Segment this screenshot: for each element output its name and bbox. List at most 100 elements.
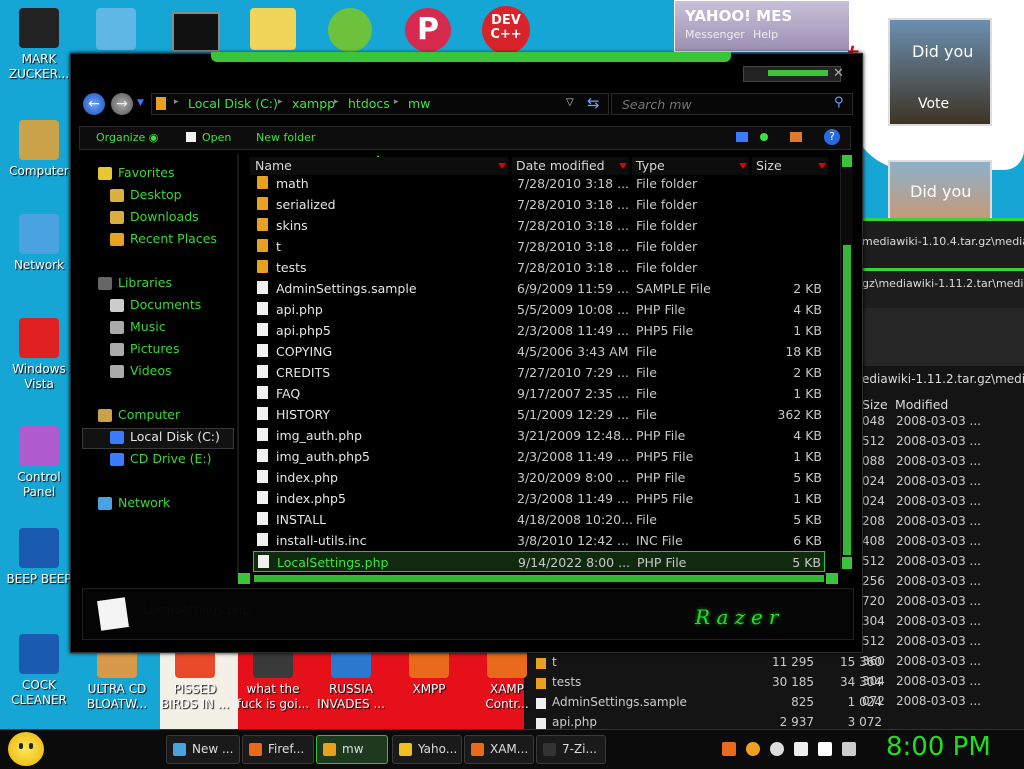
search-icon[interactable]: ⚲: [834, 95, 844, 110]
window-controls[interactable]: [743, 66, 841, 82]
file-row[interactable]: CREDITS 7/27/2010 7:29 ... File 2 KB: [253, 362, 825, 383]
network-tray-icon[interactable]: [818, 742, 832, 756]
preview-pane-icon[interactable]: [790, 132, 802, 142]
bg-col-modified[interactable]: Modified: [895, 397, 948, 412]
nav-music[interactable]: Music: [130, 319, 166, 334]
file-row[interactable]: math 7/28/2010 3:18 ... File folder: [253, 173, 825, 194]
open-button[interactable]: Open: [186, 131, 231, 144]
cmd-app-icon[interactable]: [172, 12, 220, 52]
view-options-dot-icon[interactable]: [760, 133, 768, 141]
new-folder-button[interactable]: New folder: [256, 131, 315, 144]
desktop-icon[interactable]: BEEP BEEP: [0, 528, 78, 587]
clock[interactable]: 8:00 PM: [886, 732, 991, 762]
desktop-icon[interactable]: Computer: [0, 120, 78, 179]
nav-videos[interactable]: Videos: [130, 363, 172, 378]
nav-pictures[interactable]: Pictures: [130, 341, 180, 356]
nav-downloads[interactable]: Downloads: [130, 209, 199, 224]
flag-tray-icon[interactable]: [794, 742, 808, 756]
file-row[interactable]: AdminSettings.sample 6/9/2009 11:59 ... SA…: [253, 278, 825, 299]
bg-row-name[interactable]: tests: [552, 675, 581, 689]
breadcrumb-item[interactable]: Local Disk (C:): [188, 96, 278, 111]
file-row[interactable]: api.php5 2/3/2008 11:49 ... PHP5 File 1 KB: [253, 320, 825, 341]
vertical-scroll-thumb[interactable]: [843, 245, 851, 555]
refresh-icon[interactable]: ⇆: [587, 94, 600, 112]
bg-row-name[interactable]: t: [552, 655, 557, 669]
horizontal-scrollbar[interactable]: [238, 573, 838, 584]
scroll-up-arrow-icon[interactable]: [842, 155, 852, 167]
scroll-left-arrow-icon[interactable]: [238, 573, 250, 584]
desktop-icon[interactable]: Windows Vista: [0, 318, 78, 392]
yahoo-menu-messenger[interactable]: Messenger: [685, 28, 745, 41]
breadcrumb-chevron-icon[interactable]: ▸: [334, 97, 339, 107]
nav-local-disk[interactable]: Local Disk (C:): [130, 429, 220, 444]
file-row[interactable]: tests 7/28/2010 3:18 ... File folder: [253, 257, 825, 278]
file-row[interactable]: skins 7/28/2010 3:18 ... File folder: [253, 215, 825, 236]
nav-cd-drive[interactable]: CD Drive (E:): [130, 451, 212, 466]
breadcrumb-item[interactable]: mw: [408, 96, 430, 111]
window-close-icon[interactable]: ✕: [833, 66, 847, 81]
nav-favorites[interactable]: Favorites: [118, 165, 174, 180]
desktop-icon[interactable]: COCK CLEANER: [0, 634, 78, 708]
organize-button[interactable]: Organize ◉: [96, 131, 158, 144]
search-box[interactable]: ⚲: [611, 93, 853, 115]
nav-libraries[interactable]: Libraries: [118, 275, 172, 290]
file-row[interactable]: LocalSettings.php 9/14/2022 8:00 ... PHP F…: [253, 551, 825, 572]
breadcrumb-item[interactable]: xampp: [292, 96, 335, 111]
change-view-icon[interactable]: [736, 132, 748, 142]
taskbar-button[interactable]: 7-Zi...: [536, 735, 606, 764]
column-name-dropdown-icon[interactable]: [498, 163, 506, 169]
file-row[interactable]: HISTORY 5/1/2009 12:29 ... File 362 KB: [253, 404, 825, 425]
yahoo-menu-help[interactable]: Help: [753, 28, 778, 41]
file-row[interactable]: img_auth.php 3/21/2009 12:48... PHP File 4 …: [253, 425, 825, 446]
desktop-icon[interactable]: XAMP Contr...: [468, 648, 546, 712]
search-tray-icon[interactable]: [746, 742, 760, 756]
desktop-icon[interactable]: what the fuck is goi...: [234, 648, 312, 712]
desktop-icon[interactable]: Network: [0, 214, 78, 273]
bg-row-name[interactable]: api.php: [552, 715, 597, 729]
file-row[interactable]: INSTALL 4/18/2008 10:20... File 5 KB: [253, 509, 825, 530]
nav-desktop[interactable]: Desktop: [130, 187, 182, 202]
file-row[interactable]: FAQ 9/17/2007 2:35 ... File 1 KB: [253, 383, 825, 404]
file-row[interactable]: img_auth.php5 2/3/2008 11:49 ... PHP5 File…: [253, 446, 825, 467]
yahoo-messenger-window[interactable]: YAHOO! MES Messenger Help: [674, 0, 850, 52]
breadcrumb-chevron-icon[interactable]: ▸: [174, 97, 179, 107]
scroll-down-arrow-icon[interactable]: [842, 557, 852, 569]
file-row[interactable]: COPYING 4/5/2006 3:43 AM File 18 KB: [253, 341, 825, 362]
desktop-icon[interactable]: MARK ZUCKER...: [0, 8, 78, 82]
taskbar-button[interactable]: Firef...: [242, 735, 314, 764]
column-date-dropdown-icon[interactable]: [619, 163, 627, 169]
desktop-icon[interactable]: XMPP: [390, 648, 468, 697]
forward-button[interactable]: →: [111, 93, 133, 115]
xampp-tray-icon[interactable]: [722, 742, 736, 756]
taskbar-button[interactable]: mw: [316, 735, 388, 764]
nav-network[interactable]: Network: [118, 495, 170, 510]
bg-archive-window-2[interactable]: gz\mediawiki-1.11.2.tar\mediawiki-1: [860, 268, 1024, 311]
file-row[interactable]: serialized 7/28/2010 3:18 ... File folder: [253, 194, 825, 215]
folder-app-icon[interactable]: [250, 8, 296, 50]
bg-row-name[interactable]: AdminSettings.sample: [552, 695, 687, 709]
notepad-app-icon[interactable]: [96, 8, 136, 50]
window-title-bar[interactable]: [211, 52, 731, 62]
address-dropdown-icon[interactable]: ▽: [566, 97, 574, 108]
file-row[interactable]: api.php 5/5/2009 10:08 ... PHP File 4 KB: [253, 299, 825, 320]
desktop-icon[interactable]: RUSSIA INVADES ...: [312, 648, 390, 712]
pig-app-icon[interactable]: [328, 8, 372, 52]
recent-pages-chevron-icon[interactable]: ▼: [137, 98, 144, 108]
file-row[interactable]: index.php 3/20/2009 8:00 ... PHP File 5 KB: [253, 467, 825, 488]
vertical-scrollbar[interactable]: [840, 155, 853, 569]
minus-tray-icon[interactable]: [770, 742, 784, 756]
search-input[interactable]: [620, 95, 824, 113]
bg-col-size[interactable]: Size: [862, 397, 888, 412]
start-button[interactable]: [8, 732, 44, 766]
breadcrumb-chevron-icon[interactable]: ▸: [278, 97, 283, 107]
devcpp-app-icon[interactable]: DEV C++: [482, 6, 530, 54]
taskbar-button[interactable]: Yaho...: [392, 735, 462, 764]
file-row[interactable]: index.php5 2/3/2008 11:49 ... PHP5 File 1 K…: [253, 488, 825, 509]
desktop-icon[interactable]: Control Panel: [0, 426, 78, 500]
pane-splitter[interactable]: [237, 154, 239, 581]
desktop-icon[interactable]: ULTRA CD BLOATW...: [78, 648, 156, 712]
p-app-icon[interactable]: P: [405, 8, 451, 52]
bg-archive-window-1[interactable]: mediawiki-1.10.4.tar.gz\mediawiki: [860, 218, 1024, 271]
nav-computer[interactable]: Computer: [118, 407, 180, 422]
column-size-dropdown-icon[interactable]: [818, 163, 826, 169]
